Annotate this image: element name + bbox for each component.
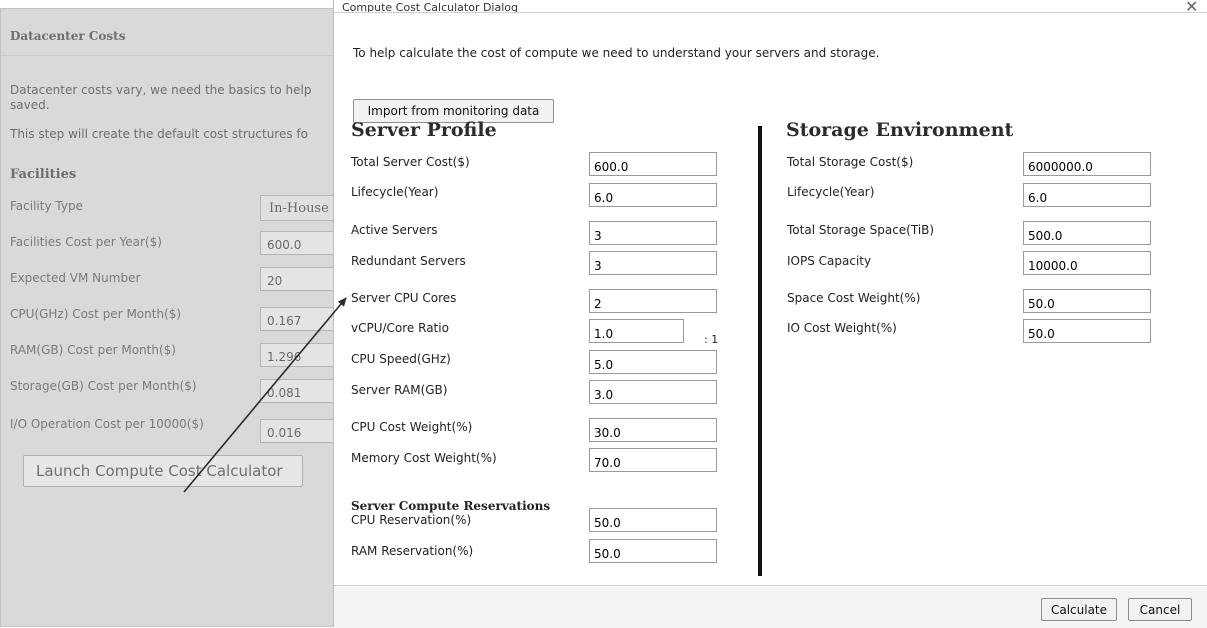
io-cost-weight-label: IO Cost Weight(%) xyxy=(787,321,897,335)
total-storage-cost-input[interactable]: 6000000.0 xyxy=(1023,152,1151,176)
cancel-button[interactable]: Cancel xyxy=(1128,598,1192,621)
cpu-cost-label: CPU(GHz) Cost per Month($) xyxy=(10,307,182,321)
dialog-footer: Calculate Cancel xyxy=(334,585,1207,628)
panel-title: Datacenter Costs xyxy=(10,29,126,43)
facility-type-label: Facility Type xyxy=(10,199,83,213)
storage-lifecycle-input[interactable]: 6.0 xyxy=(1023,183,1151,207)
server-compute-reservations-heading: Server Compute Reservations xyxy=(351,499,551,513)
panel-description-line1: Datacenter costs vary, we need the basic… xyxy=(10,83,312,97)
server-lifecycle-input[interactable]: 6.0 xyxy=(589,183,717,207)
storage-lifecycle-label: Lifecycle(Year) xyxy=(787,185,875,199)
vcpu-core-ratio-input[interactable]: 1.0 xyxy=(589,319,684,343)
storage-cost-label: Storage(GB) Cost per Month($) xyxy=(10,379,197,393)
server-ram-label: Server RAM(GB) xyxy=(351,383,448,397)
section-divider xyxy=(758,126,762,576)
server-profile-heading: Server Profile xyxy=(351,119,497,141)
vcpu-core-ratio-label: vCPU/Core Ratio xyxy=(351,321,449,335)
ram-cost-label: RAM(GB) Cost per Month($) xyxy=(10,343,176,357)
server-cpu-cores-label: Server CPU Cores xyxy=(351,291,457,305)
cpu-speed-label: CPU Speed(GHz) xyxy=(351,352,451,366)
cpu-reservation-input[interactable]: 50.0 xyxy=(589,508,717,532)
dialog-intro-text: To help calculate the cost of compute we… xyxy=(353,46,880,60)
calculate-button[interactable]: Calculate xyxy=(1041,598,1117,621)
facilities-cost-label: Facilities Cost per Year($) xyxy=(10,235,162,249)
total-storage-space-input[interactable]: 500.0 xyxy=(1023,221,1151,245)
ram-reservation-label: RAM Reservation(%) xyxy=(351,544,474,558)
compute-cost-calculator-dialog: Compute Cost Calculator Dialog ✕ To help… xyxy=(333,0,1207,628)
launch-compute-cost-calculator-button[interactable]: Launch Compute Cost Calculator xyxy=(23,455,303,487)
expected-vm-label: Expected VM Number xyxy=(10,271,141,285)
space-cost-weight-input[interactable]: 50.0 xyxy=(1023,289,1151,313)
space-cost-weight-label: Space Cost Weight(%) xyxy=(787,291,921,305)
panel-header: Datacenter Costs xyxy=(1,9,344,56)
datacenter-costs-panel: Datacenter Costs Datacenter costs vary, … xyxy=(0,8,350,627)
active-servers-input[interactable]: 3 xyxy=(589,221,717,245)
facilities-heading: Facilities xyxy=(10,167,77,182)
active-servers-label: Active Servers xyxy=(351,223,438,237)
iops-capacity-input[interactable]: 10000.0 xyxy=(1023,251,1151,275)
io-cost-weight-input[interactable]: 50.0 xyxy=(1023,319,1151,343)
total-storage-cost-label: Total Storage Cost($) xyxy=(787,155,914,169)
memory-cost-weight-label: Memory Cost Weight(%) xyxy=(351,451,497,465)
storage-environment-heading: Storage Environment xyxy=(786,119,1014,141)
total-server-cost-label: Total Server Cost($) xyxy=(351,155,470,169)
ram-reservation-input[interactable]: 50.0 xyxy=(589,539,717,563)
cpu-speed-input[interactable]: 5.0 xyxy=(589,350,717,374)
iops-capacity-label: IOPS Capacity xyxy=(787,254,872,268)
server-lifecycle-label: Lifecycle(Year) xyxy=(351,185,439,199)
total-server-cost-input[interactable]: 600.0 xyxy=(589,152,717,176)
server-ram-input[interactable]: 3.0 xyxy=(589,380,717,404)
io-cost-label: I/O Operation Cost per 10000($) xyxy=(10,417,204,431)
cpu-cost-weight-input[interactable]: 30.0 xyxy=(589,418,717,442)
server-cpu-cores-input[interactable]: 2 xyxy=(589,289,717,313)
panel-description-line2: saved. xyxy=(10,98,50,112)
cpu-reservation-label: CPU Reservation(%) xyxy=(351,513,472,527)
ratio-suffix: : 1 xyxy=(704,333,719,346)
redundant-servers-label: Redundant Servers xyxy=(351,254,466,268)
redundant-servers-input[interactable]: 3 xyxy=(589,251,717,275)
memory-cost-weight-input[interactable]: 70.0 xyxy=(589,448,717,472)
dialog-body: To help calculate the cost of compute we… xyxy=(334,12,1207,586)
cpu-cost-weight-label: CPU Cost Weight(%) xyxy=(351,420,473,434)
total-storage-space-label: Total Storage Space(TiB) xyxy=(787,223,935,237)
panel-description-line3: This step will create the default cost s… xyxy=(10,127,308,141)
